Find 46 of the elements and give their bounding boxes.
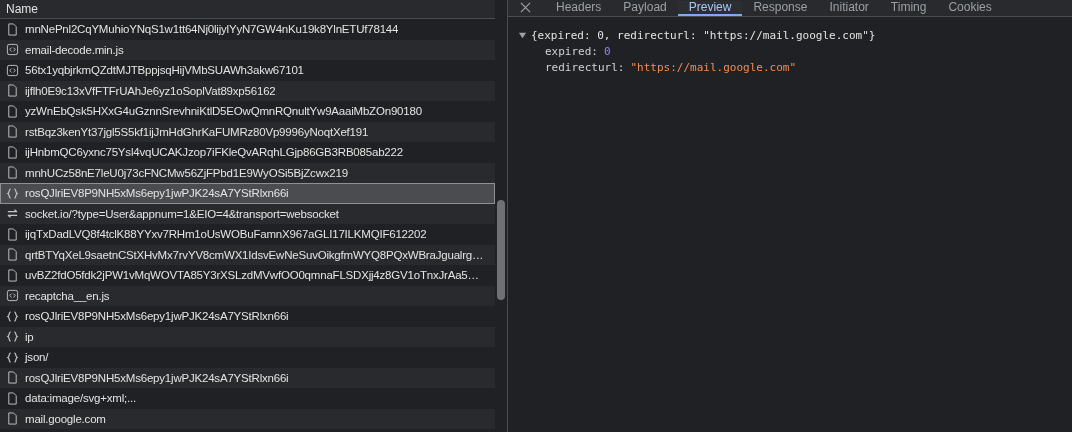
file-icon	[6, 391, 19, 405]
file-icon	[6, 412, 19, 426]
details-tab[interactable]: Headers	[545, 1, 613, 16]
file-icon	[6, 248, 19, 262]
property-key: expired:	[545, 44, 598, 58]
request-row[interactable]: mnhUCz58nE7leU0j73cFNCMw56ZjFPbd1E9WyOSi5BjZcwx219	[0, 162, 495, 183]
details-tab[interactable]: Response	[742, 1, 819, 16]
request-row[interactable]: qrtBTYqXeL9saetnCStXHvMx7rvYV8cmWX1IdsvEwNeSuvOikgfmWYQ8PQxWBraJgualrg…	[0, 244, 495, 265]
expand-triangle-icon[interactable]	[518, 30, 527, 40]
details-tab[interactable]: Timing	[879, 1, 938, 16]
request-row[interactable]: socket.io/?type=User&appnum=1&EIO=4&transport=websocket	[0, 203, 495, 224]
details-tab[interactable]: Cookies	[937, 1, 1003, 16]
column-header[interactable]: Name	[0, 0, 495, 19]
request-row[interactable]: recaptcha__en.js	[0, 285, 495, 306]
file-icon	[6, 166, 19, 180]
file-icon	[6, 104, 19, 118]
braces-icon	[6, 330, 19, 344]
request-row[interactable]: ip	[0, 326, 495, 347]
braces-icon	[6, 309, 19, 323]
request-row[interactable]: email-decode.min.js	[0, 39, 495, 60]
braces-icon	[6, 186, 19, 200]
object-summary: {expired: 0, redirecturl: "https://mail.google.com"}	[531, 28, 876, 42]
request-row[interactable]: rosQJlriEV8P9NH5xMs6epy1jwPJK24sA7YStRlxn66i	[0, 367, 495, 388]
property-key: redirecturl:	[545, 60, 625, 74]
request-row[interactable]: rosQJlriEV8P9NH5xMs6epy1jwPJK24sA7YStRlxn66i	[0, 183, 495, 204]
code-icon	[6, 63, 19, 77]
file-icon	[6, 227, 19, 241]
property-value: "https://mail.google.com"	[630, 60, 797, 74]
request-row[interactable]: mail.google.com	[0, 408, 495, 429]
file-icon	[6, 268, 19, 282]
scrollbar-thumb[interactable]	[497, 200, 505, 300]
file-icon	[6, 84, 19, 98]
file-icon	[6, 125, 19, 139]
property-value: 0	[604, 44, 611, 58]
details-tab[interactable]: Initiator	[818, 1, 880, 16]
request-row[interactable]: rstBqz3kenYt37jgl5S5kf1ijJmHdGhrKaFUMRz80Vp9996yNoqtXef191	[0, 121, 495, 142]
file-icon	[6, 371, 19, 385]
details-tab[interactable]: Preview	[677, 1, 743, 16]
code-icon	[6, 289, 19, 303]
file-icon	[6, 145, 19, 159]
file-icon	[6, 22, 19, 36]
details-tab[interactable]: Payload	[612, 1, 678, 16]
close-icon[interactable]	[520, 2, 531, 13]
request-row[interactable]: ijflh0E9c13xVfFTFrUAhJe6yz1oSoplVat89xp56162	[0, 80, 495, 101]
braces-icon	[6, 350, 19, 364]
code-icon	[6, 43, 19, 57]
